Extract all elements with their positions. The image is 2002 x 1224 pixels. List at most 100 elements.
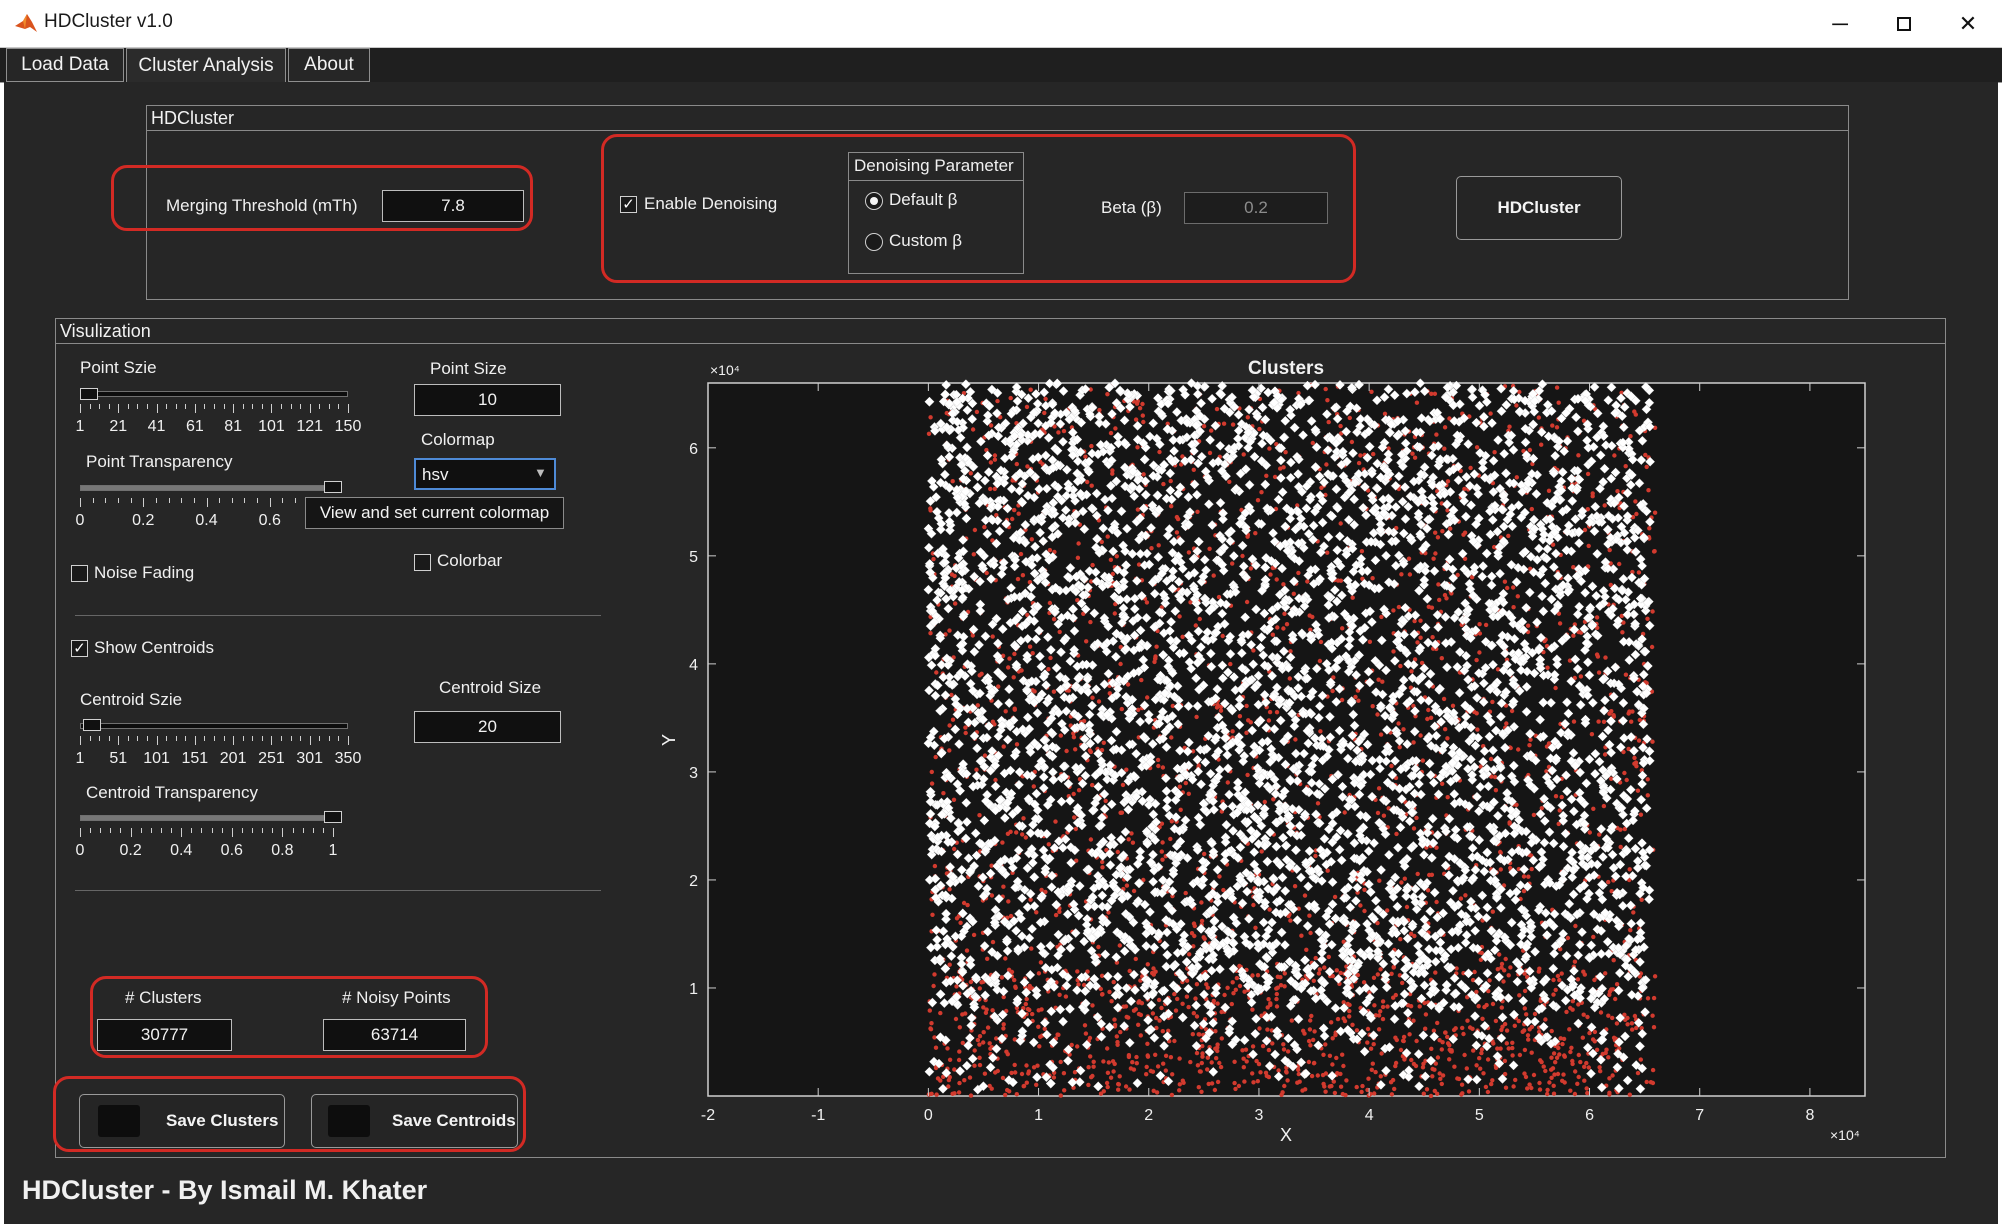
noise-point [975, 1037, 981, 1043]
noise-point [1462, 530, 1468, 535]
noise-point [1087, 1035, 1093, 1041]
noise-point [1524, 1012, 1529, 1017]
noise-point [963, 730, 968, 736]
noise-point [1103, 798, 1108, 804]
centroid-transparency-slider-track[interactable] [80, 815, 336, 821]
noise-point [1354, 1084, 1359, 1090]
noise-point [1262, 799, 1267, 805]
slider-tick [214, 404, 215, 409]
noise-point [1115, 849, 1120, 855]
noise-point [1212, 1087, 1218, 1093]
tab-about[interactable]: About [288, 48, 370, 82]
noise-point [1558, 1036, 1563, 1041]
noise-point [1177, 1082, 1182, 1087]
point-size-slider-thumb[interactable] [80, 388, 98, 400]
noise-point [1482, 1004, 1487, 1010]
noise-point [1582, 1064, 1587, 1069]
noise-point [1424, 1087, 1430, 1092]
noise-point [1474, 1063, 1479, 1068]
noise-point [1404, 904, 1410, 910]
save-clusters-button[interactable]: Save Clusters [79, 1094, 285, 1148]
merging-threshold-input[interactable]: 7.8 [382, 190, 524, 222]
noise-point [1183, 890, 1188, 896]
show-centroids-checkbox[interactable]: ✓ [71, 640, 88, 657]
centroid-size-slider-track[interactable] [80, 723, 348, 729]
noise-point [1193, 623, 1198, 628]
slider-tick-label: 101 [143, 750, 170, 767]
noise-point [1188, 1059, 1193, 1065]
slider-tick [272, 828, 274, 833]
noise-point [1415, 640, 1420, 645]
point-transparency-slider-track[interactable] [80, 485, 336, 491]
noise-point [1308, 930, 1313, 936]
noise-point [1281, 626, 1286, 631]
noise-point [1437, 597, 1442, 603]
noise-point [1379, 614, 1384, 620]
noise-point [1552, 1072, 1557, 1077]
enable-denoising-checkbox[interactable]: ✓ [620, 196, 637, 213]
noise-point [1506, 533, 1511, 539]
noise-point [1400, 980, 1405, 986]
noise-point [1112, 1061, 1117, 1067]
noise-point [1256, 1061, 1262, 1067]
noise-point [1575, 977, 1581, 982]
noise-point [1237, 983, 1243, 989]
noise-point [1190, 1032, 1195, 1037]
noise-point [1423, 1012, 1429, 1017]
centroid-transparency-slider-thumb[interactable] [324, 811, 342, 823]
colormap-dropdown[interactable]: hsv ▼ [414, 458, 556, 490]
tab-load-data[interactable]: Load Data [6, 48, 124, 82]
save-centroids-button[interactable]: Save Centroids [311, 1094, 518, 1148]
noise-point [1278, 466, 1283, 471]
noise-point [1043, 396, 1048, 402]
noise-point [1232, 1080, 1237, 1086]
noise-point [1267, 446, 1272, 451]
noise-point [1209, 428, 1214, 433]
noise-point [1613, 996, 1618, 1002]
tab-cluster-analysis[interactable]: Cluster Analysis [126, 48, 286, 83]
point-size-input[interactable]: 10 [414, 384, 561, 416]
default-beta-radio[interactable] [865, 192, 883, 210]
slider-tick [319, 736, 321, 741]
noise-point [1551, 1091, 1557, 1096]
noise-point [1145, 962, 1150, 967]
point-size-slider-track[interactable] [80, 391, 348, 397]
noise-point [1114, 554, 1119, 559]
noise-point [972, 1063, 977, 1068]
noise-point [1082, 1023, 1088, 1028]
noise-point [1375, 810, 1381, 816]
noise-point [1192, 923, 1197, 929]
noise-point [1375, 712, 1380, 717]
noise-point [1299, 933, 1304, 938]
centroid-size-slider-thumb[interactable] [83, 719, 101, 731]
noise-point [1409, 1057, 1414, 1063]
centroid-size-input[interactable]: 20 [414, 711, 561, 743]
noise-point [1014, 461, 1019, 467]
point-transparency-slider-thumb[interactable] [324, 481, 342, 493]
clusters-scatter-chart[interactable]: -2 -1 0 1 2 3 4 5 6 7 8 123456 Clusters X Y ×10⁴ ×… [650, 350, 1890, 1150]
noise-point [1488, 411, 1493, 416]
close-button[interactable]: ✕ [1936, 0, 2000, 47]
noise-point [1071, 791, 1076, 797]
beta-input[interactable]: 0.2 [1184, 192, 1328, 224]
noise-point [1091, 1059, 1096, 1064]
noise-point [1376, 677, 1381, 682]
noise-point [1606, 1055, 1611, 1060]
slider-tick [137, 736, 139, 741]
colorbar-checkbox[interactable] [414, 554, 431, 571]
noise-point [1521, 888, 1527, 894]
noise-point [988, 460, 994, 465]
hdcluster-run-button[interactable]: HDCluster [1456, 176, 1622, 240]
maximize-button[interactable] [1872, 0, 1936, 47]
noise-point [1411, 826, 1417, 831]
noise-point [1321, 1052, 1326, 1057]
noise-point [1155, 1064, 1161, 1069]
noise-point [1230, 422, 1236, 427]
noise-point [1230, 561, 1235, 566]
noise-fading-checkbox[interactable] [71, 565, 88, 582]
noise-point [1378, 967, 1383, 972]
minimize-button[interactable]: ─ [1808, 0, 1872, 47]
noise-point [1452, 1064, 1457, 1069]
noise-point [952, 846, 957, 852]
custom-beta-radio[interactable] [865, 233, 883, 251]
